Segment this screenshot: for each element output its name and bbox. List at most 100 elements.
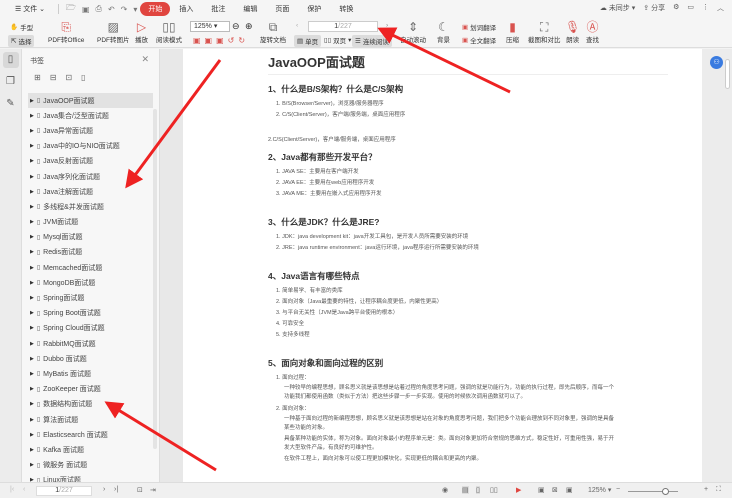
- tab-annotate[interactable]: 批注: [202, 4, 234, 14]
- bookmark-item[interactable]: ▶ ▯ Spring Boot面试题: [28, 306, 153, 321]
- expand-triangle-icon[interactable]: ▶: [30, 265, 34, 271]
- bookmark-item[interactable]: ▶ ▯ Java序列化面试题: [28, 169, 153, 184]
- play-button[interactable]: ▷ 播放: [135, 20, 148, 44]
- bookmark-item[interactable]: ▶ ▯ Elasticsearch 面试题: [28, 427, 153, 442]
- zoom-slider-track[interactable]: [628, 491, 678, 492]
- pdf-to-image-button[interactable]: ▨ PDF转图片: [97, 20, 130, 44]
- zoom-select[interactable]: 125% ▾: [190, 21, 230, 32]
- close-icon[interactable]: ✕: [141, 54, 149, 65]
- single-page-button[interactable]: ▤ 单页: [294, 35, 322, 47]
- insert-page-icon[interactable]: ⊡: [137, 486, 143, 494]
- read-aloud-button[interactable]: 🎙 朗读: [565, 20, 580, 44]
- bookmark-item[interactable]: ▶ ▯ RabbitMQ面试题: [28, 336, 153, 351]
- expand-triangle-icon[interactable]: ▶: [30, 462, 34, 468]
- bookmark-item[interactable]: ▶ ▯ Memcached面试题: [28, 260, 153, 275]
- expand-triangle-icon[interactable]: ▶: [30, 158, 34, 164]
- expand-icon[interactable]: ⊞: [34, 73, 41, 82]
- vertical-scrollbar[interactable]: [725, 59, 730, 89]
- expand-triangle-icon[interactable]: ▶: [30, 341, 34, 347]
- expand-triangle-icon[interactable]: ▶: [30, 174, 34, 180]
- zoom-out-button[interactable]: −: [616, 486, 620, 493]
- double-page-button[interactable]: ▯▯ 双页 ▾: [324, 35, 351, 45]
- expand-triangle-icon[interactable]: ▶: [30, 447, 34, 453]
- bookmark-item[interactable]: ▶ ▯ Mysql面试题: [28, 230, 153, 245]
- save-icon[interactable]: ▣: [79, 5, 93, 14]
- bookmark-item[interactable]: ▶ ▯ Java中的IO与NIO面试题: [28, 139, 153, 154]
- compress-button[interactable]: ▮ 压缩: [506, 20, 519, 44]
- screenshot-compare-button[interactable]: ⛶ 截图和对比: [528, 20, 561, 44]
- open-icon[interactable]: 🗁: [63, 2, 79, 16]
- panel-scrollbar[interactable]: [153, 109, 157, 449]
- prev-page-icon[interactable]: ‹: [296, 22, 298, 29]
- tab-edit[interactable]: 编辑: [234, 4, 266, 14]
- expand-triangle-icon[interactable]: ▶: [30, 219, 34, 225]
- bookmark-item[interactable]: ▶ ▯ JVM面试题: [28, 215, 153, 230]
- sync-button[interactable]: ☁ 未同步 ▾: [600, 3, 635, 13]
- prev-page-icon[interactable]: ‹: [23, 486, 25, 493]
- zoom-in-icon[interactable]: ⊕: [245, 21, 253, 32]
- expand-triangle-icon[interactable]: ▶: [30, 128, 34, 134]
- expand-triangle-icon[interactable]: ▶: [30, 249, 34, 255]
- bookmark-add-icon[interactable]: ▯: [81, 73, 85, 82]
- expand-triangle-icon[interactable]: ▶: [30, 310, 34, 316]
- find-button[interactable]: Ⓐ 查找: [586, 20, 599, 44]
- tab-convert[interactable]: 转换: [330, 4, 362, 14]
- tab-page[interactable]: 页面: [266, 4, 298, 14]
- bookmark-item[interactable]: ▶ ▯ Java注解面试题: [28, 184, 153, 199]
- bookmark-icon[interactable]: ▯: [2, 52, 19, 68]
- bookmark-item[interactable]: ▶ ▯ MyBatis 面试题: [28, 366, 153, 381]
- collapse-all-icon[interactable]: ⊟: [50, 73, 57, 82]
- bookmark-item[interactable]: ▶ ▯ Spring Cloud面试题: [28, 321, 153, 336]
- undo-icon[interactable]: ↶: [105, 5, 118, 14]
- customize-icon[interactable]: ▾: [130, 5, 140, 14]
- bookmark-item[interactable]: ▶ ▯ Spring面试题: [28, 290, 153, 305]
- expand-triangle-icon[interactable]: ▶: [30, 356, 34, 362]
- status-zoom-select[interactable]: 125% ▾: [588, 486, 611, 494]
- bookmark-item[interactable]: ▶ ▯ 微服务 面试题: [28, 458, 153, 473]
- expand-triangle-icon[interactable]: ▶: [30, 417, 34, 423]
- file-menu[interactable]: ☰ 文件 ⌄: [6, 4, 54, 14]
- actual-size-icon[interactable]: ▣: [566, 486, 573, 494]
- page-input[interactable]: 1/227: [308, 21, 378, 32]
- expand-triangle-icon[interactable]: ▶: [30, 189, 34, 195]
- bookmark-item[interactable]: ▶ ▯ Kafka 面试题: [28, 442, 153, 457]
- fit-icons[interactable]: ▣▣▣↺↻: [193, 36, 249, 45]
- bookmark-item[interactable]: ▶ ▯ Java异常面试题: [28, 123, 153, 138]
- select-tool-button[interactable]: ⇱ 选择: [8, 35, 35, 47]
- read-mode-button[interactable]: ▯▯ 阅读模式: [156, 20, 182, 44]
- auto-scroll-button[interactable]: ⇕ 自动滚动: [400, 20, 426, 44]
- background-button[interactable]: ☾ 背景: [437, 20, 450, 44]
- expand-triangle-icon[interactable]: ▶: [30, 432, 34, 438]
- more-icon[interactable]: ⋮: [702, 3, 709, 13]
- rotate-doc-button[interactable]: ⧉ 旋转文档: [260, 20, 286, 44]
- expand-triangle-icon[interactable]: ▶: [30, 280, 34, 286]
- bookmark-item[interactable]: ▶ ▯ Java反射面试题: [28, 154, 153, 169]
- redo-icon[interactable]: ↷: [118, 5, 131, 14]
- hand-tool-button[interactable]: ✋ 手型: [10, 22, 33, 32]
- double-view-icon[interactable]: ▯▯: [490, 486, 498, 494]
- bookmark-item[interactable]: ▶ ▯ ZooKeeper 面试题: [28, 382, 153, 397]
- next-page-icon[interactable]: ›: [386, 22, 388, 29]
- collapse-icon[interactable]: ︿: [717, 3, 724, 13]
- bookmark-item[interactable]: ▶ ▯ Dubbo 面试题: [28, 351, 153, 366]
- expand-triangle-icon[interactable]: ▶: [30, 98, 34, 104]
- zoom-out-icon[interactable]: ⊖: [232, 21, 240, 32]
- expand-triangle-icon[interactable]: ▶: [30, 204, 34, 210]
- expand-triangle-icon[interactable]: ▶: [30, 371, 34, 377]
- fit-page-icon[interactable]: ⊠: [552, 486, 558, 494]
- status-page-input[interactable]: 1/227: [36, 486, 92, 496]
- single-view-icon[interactable]: ▯: [476, 486, 480, 494]
- continuous-read-button[interactable]: ☰ 连续阅读: [352, 35, 392, 47]
- bookmark-item[interactable]: ▶ ▯ 多线程&并发面试题: [28, 199, 153, 214]
- expand-triangle-icon[interactable]: ▶: [30, 401, 34, 407]
- tab-home[interactable]: 开始: [140, 2, 171, 16]
- share-button[interactable]: ⇪ 分享: [643, 3, 665, 13]
- bookmark-item[interactable]: ▶ ▯ MongoDB面试题: [28, 275, 153, 290]
- full-translate-button[interactable]: ▣ 全文翻译: [462, 35, 496, 45]
- tab-protect[interactable]: 保护: [298, 4, 330, 14]
- expand-triangle-icon[interactable]: ▶: [30, 325, 34, 331]
- bookmark-item[interactable]: ▶ ▯ Redis面试题: [28, 245, 153, 260]
- assistant-icon[interactable]: ⚇: [710, 56, 723, 69]
- next-page-icon[interactable]: ›: [103, 486, 105, 493]
- tab-insert[interactable]: 插入: [170, 4, 202, 14]
